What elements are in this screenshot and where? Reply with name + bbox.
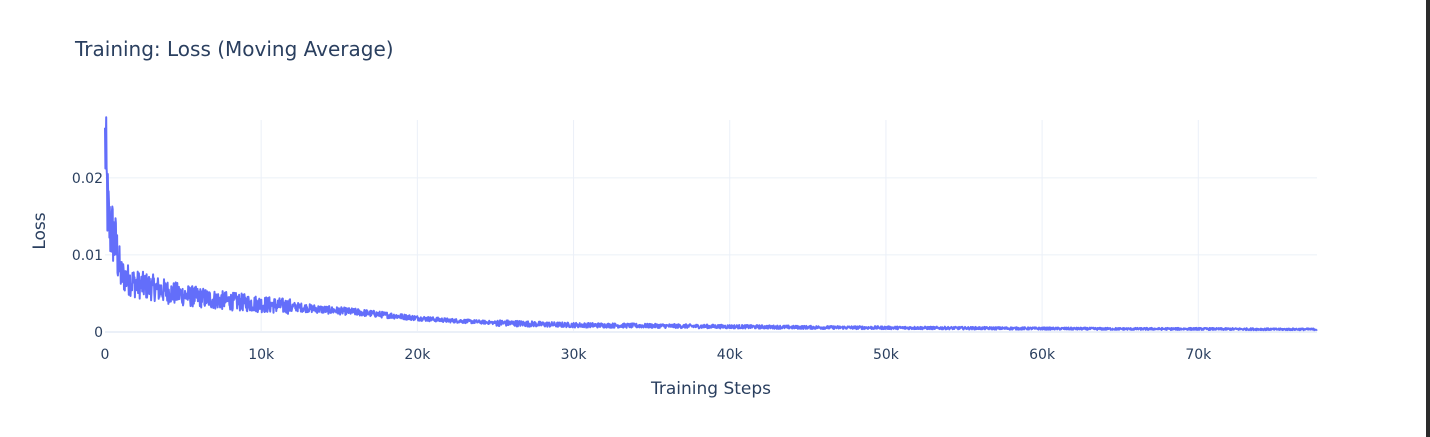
x-tick-label: 60k xyxy=(1029,347,1056,363)
loss-series-line xyxy=(104,116,1318,332)
x-tick-label: 10k xyxy=(248,347,275,363)
x-axis-ticks: 0 10k 20k 30k 40k 50k 60k 70k xyxy=(101,347,1213,363)
x-tick-label: 70k xyxy=(1185,347,1212,363)
x-tick-label: 40k xyxy=(717,347,744,363)
loss-chart: Training: Loss (Moving Average) 0 10k 20k 3… xyxy=(30,37,1318,399)
x-tick-label: 30k xyxy=(561,347,588,363)
plot-area xyxy=(104,116,1318,332)
y-tick-label: 0.02 xyxy=(72,171,103,187)
y-axis-ticks: 0 0.01 0.02 xyxy=(72,171,103,341)
x-tick-label: 50k xyxy=(873,347,900,363)
x-tick-label: 20k xyxy=(404,347,431,363)
y-tick-label: 0.01 xyxy=(72,248,103,264)
y-axis-title: Loss xyxy=(30,212,50,249)
x-axis-title: Training Steps xyxy=(650,379,771,399)
window-edge xyxy=(1426,0,1430,437)
y-tick-label: 0 xyxy=(94,325,103,341)
chart-title: Training: Loss (Moving Average) xyxy=(74,37,394,61)
x-tick-label: 0 xyxy=(101,347,110,363)
